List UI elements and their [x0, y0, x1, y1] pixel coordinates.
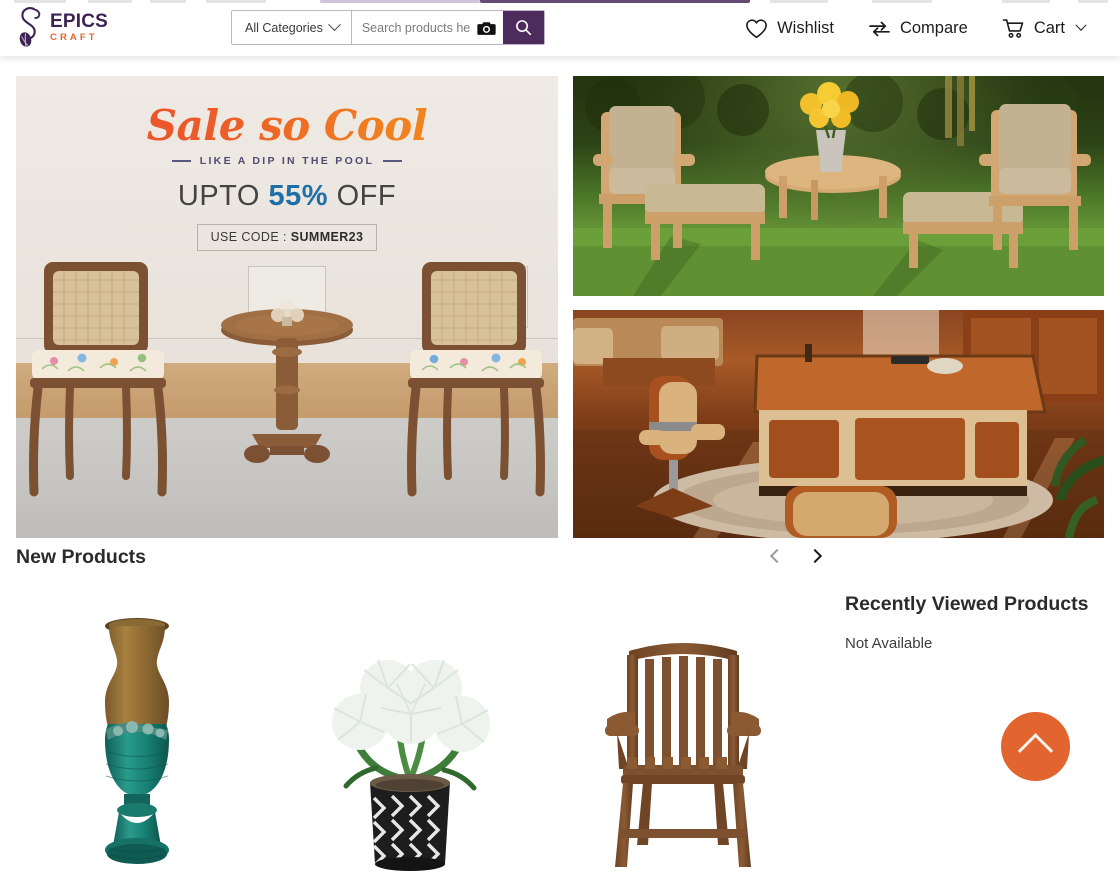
site-header: EPICS CRAFT All Categories Search produc… — [0, 0, 1120, 56]
round-wooden-table — [221, 301, 353, 463]
promo-code-box: USE CODE : SUMMER23 — [196, 224, 378, 252]
shopping-cart-icon — [1002, 18, 1025, 39]
cart-label: Cart — [1033, 18, 1065, 37]
category-select[interactable]: All Categories — [232, 11, 352, 44]
offer-suffix: OFF — [336, 180, 397, 213]
wishlist-button[interactable]: Wishlist — [728, 18, 851, 39]
promo-code-value: SUMMER23 — [290, 230, 364, 245]
chevron-pot — [369, 774, 450, 871]
banner-area: Sale so Cool LIKE A DIP IN THE POOL UPTO… — [16, 76, 1104, 538]
search-input[interactable] — [351, 11, 470, 44]
product-card[interactable] — [0, 600, 273, 880]
hero-headline: Sale so Cool — [16, 103, 558, 148]
brand-logo[interactable]: EPICS CRAFT — [14, 4, 110, 50]
carousel-next-button[interactable] — [804, 543, 826, 569]
white-artificial-flowers-in-chevron-pot — [331, 659, 490, 871]
recently-viewed-empty-text: Not Available — [845, 635, 933, 652]
promo-banner-patio-furniture[interactable] — [573, 76, 1104, 296]
promo-banner-office-desk[interactable] — [573, 310, 1104, 538]
scroll-to-top-button[interactable] — [1001, 712, 1070, 781]
cane-back-armchair — [407, 262, 545, 497]
chevron-down-icon — [327, 18, 341, 32]
brand-name-secondary: CRAFT — [50, 31, 98, 43]
flower-heads — [331, 659, 490, 752]
chevron-down-icon — [1075, 19, 1087, 31]
decorative-swirl-icon — [19, 7, 41, 48]
compare-button[interactable]: Compare — [851, 19, 985, 38]
header-actions: Wishlist Compare Cart — [728, 0, 1102, 56]
compare-arrows-icon — [868, 19, 891, 38]
rule-right — [383, 160, 403, 163]
wooden-slatted-folding-garden-armchair — [605, 643, 762, 867]
wishlist-label: Wishlist — [777, 18, 834, 37]
carousel-nav — [766, 543, 826, 569]
patio-furniture-illustration — [573, 76, 1104, 296]
page-title-new-products: New Products — [16, 546, 147, 568]
scrolled-nav-remnant — [0, 0, 1120, 5]
product-card[interactable] — [273, 600, 546, 880]
search-submit-button[interactable] — [502, 11, 544, 44]
brand-name-primary: EPICS — [50, 10, 109, 32]
search-icon — [515, 20, 531, 36]
executive-office-illustration — [573, 310, 1104, 538]
promo-code-prefix: USE CODE : — [210, 230, 287, 245]
rule-left — [171, 160, 191, 163]
chevron-left-icon — [769, 548, 785, 564]
offer-prefix: UPTO — [177, 180, 260, 213]
new-products-carousel — [0, 600, 820, 880]
hero-offer: UPTO 55% OFF — [16, 180, 558, 213]
chevron-right-icon — [807, 548, 823, 564]
camera-icon[interactable] — [477, 20, 496, 36]
cane-back-armchair — [29, 262, 167, 497]
hero-banner[interactable]: Sale so Cool LIKE A DIP IN THE POOL UPTO… — [16, 76, 558, 538]
compare-label: Compare — [899, 18, 968, 37]
page-title-recently-viewed: Recently Viewed Products — [845, 593, 1089, 615]
product-card[interactable] — [547, 600, 820, 880]
cart-button[interactable]: Cart — [985, 18, 1102, 39]
offer-value: 55% — [268, 180, 329, 213]
wooden-teal-carved-floor-vase — [104, 618, 169, 864]
chevron-up-icon — [1017, 733, 1054, 769]
heart-icon — [745, 18, 768, 39]
hero-copy: Sale so Cool LIKE A DIP IN THE POOL UPTO… — [16, 103, 558, 252]
search-bar: All Categories — [231, 10, 545, 45]
category-select-label: All Categories — [245, 20, 323, 35]
carousel-prev-button[interactable] — [766, 543, 788, 569]
hero-subheadline: LIKE A DIP IN THE POOL — [199, 155, 375, 168]
